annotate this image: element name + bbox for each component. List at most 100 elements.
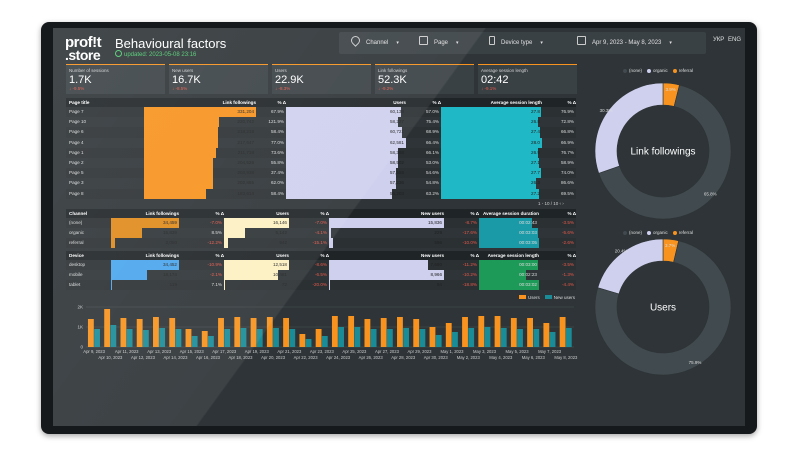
chevron-down-icon: ▾ <box>540 40 543 46</box>
brand-logo[interactable]: prof!t .store <box>65 35 102 62</box>
device-filter-label: Device type <box>501 40 533 46</box>
table-cell: 183,614 <box>237 190 254 196</box>
column-header[interactable]: % Δ <box>539 251 577 260</box>
column-header[interactable]: % Δ <box>444 251 480 260</box>
table-row[interactable]: (none) 34,459 -7.0% 16,146 -7.0% 15,836 -8.7% 0… <box>66 218 576 228</box>
column-header[interactable]: Average session duration <box>479 209 539 218</box>
users-bar <box>462 317 468 347</box>
table-cell: 86.6% <box>560 180 574 186</box>
column-header[interactable]: Average session length <box>479 251 539 260</box>
column-header[interactable]: % Δ <box>289 209 330 218</box>
kpi-label: Average session length <box>481 68 528 73</box>
table-cell: Page 4 <box>69 139 84 145</box>
table-row[interactable]: Page 5 203,938 37.4% 57,558 54.6% 27.7 74.0% <box>66 168 576 179</box>
table-cell: 00:02:23 <box>519 272 537 277</box>
column-header[interactable]: Channel <box>69 209 111 218</box>
new-users-bar <box>321 336 328 347</box>
table-row[interactable]: tablet 119 7.1% 72 -20.0% 64 -18.8% 00:03:02 -4.… <box>66 280 576 290</box>
users-bar <box>120 318 127 347</box>
column-header[interactable]: % Δ <box>289 251 330 260</box>
new-users-bar <box>370 329 377 347</box>
table-row[interactable]: Page 1 211,718 73.6% 58,368 66.1% 26.9 76.7% <box>66 147 576 158</box>
users-bar <box>218 318 224 347</box>
kpi-card: Number of sessions 1.7K ↓ -9.5% <box>66 64 165 94</box>
x-tick-label: Apr 15, 2023 <box>180 349 205 354</box>
new-users-bar <box>110 325 117 347</box>
table-row[interactable]: Page 8 183,614 58.4% 55,203 63.2% 27.2 69.5% <box>66 188 576 199</box>
users-bar <box>315 329 322 347</box>
y-tick-label: 2K <box>77 305 83 310</box>
column-header[interactable]: Users <box>286 98 406 107</box>
new-users-bar <box>549 332 556 347</box>
table-row[interactable]: organic 15,839 8.5% 5,142 -4.1% 229 -17.6% 00:0… <box>66 228 576 238</box>
column-header[interactable]: Link followings <box>111 209 179 218</box>
users-bar <box>494 316 501 347</box>
table-cell: -8.6% <box>314 262 327 267</box>
column-header[interactable]: % Δ <box>179 251 225 260</box>
table-cell: desktop <box>69 262 86 267</box>
column-header[interactable]: % Δ <box>542 98 577 107</box>
users-bar <box>478 316 485 347</box>
column-header[interactable]: Device <box>69 251 111 260</box>
column-header[interactable]: % Δ <box>179 209 225 218</box>
new-users-bar <box>289 329 296 347</box>
kpi-value: 16.7K <box>172 74 201 86</box>
table-cell: (none) <box>69 220 83 225</box>
device-filter[interactable]: Device type ▾ <box>489 32 543 54</box>
link-followings-donut: 3.9% 65.8% 30.3% Link followings <box>594 82 732 220</box>
column-header[interactable]: Users <box>224 209 289 218</box>
column-header[interactable]: Average session length <box>441 98 542 107</box>
column-header[interactable]: Link followings <box>144 98 256 107</box>
table-row[interactable]: Page 4 217,647 77.0% 62,581 66.4% 28.0 66.9% <box>66 137 576 148</box>
donut-slice <box>594 82 664 174</box>
table-cell: -4.4% <box>561 282 574 287</box>
table-row[interactable]: Page 10 220,742 121.9% 58,227 75.4% 26.8 72.8% <box>66 117 576 128</box>
table-cell: Page 7 <box>69 109 84 114</box>
date-range-picker[interactable]: Apr 9, 2023 - May 8, 2023 ▾ <box>577 32 672 54</box>
donut-title: Link followings <box>630 147 695 158</box>
column-header[interactable]: % Δ <box>406 98 442 107</box>
lang-eng[interactable]: ENG <box>728 37 741 43</box>
table-row[interactable]: Page 6 218,218 58.4% 60,721 68.9% 27.4 66.8% <box>66 127 576 138</box>
table-cell: -1.3% <box>561 272 574 277</box>
new-users-bar <box>533 329 540 347</box>
new-users-bar <box>484 327 491 347</box>
column-header[interactable]: Users <box>224 251 289 260</box>
table-row[interactable]: desktop 34,452 -10.9% 12,518 -8.6% 7,690 -11.2… <box>66 260 576 270</box>
table-cell: 8,966 <box>430 272 443 277</box>
page-filter[interactable]: Page ▾ <box>419 32 459 54</box>
new-users-bar <box>126 329 133 347</box>
column-header[interactable]: New users <box>329 251 444 260</box>
next-page-icon[interactable]: › <box>562 201 564 206</box>
table-cell: Page 6 <box>69 129 84 135</box>
users-bar <box>364 319 371 347</box>
table-cell: 58.4% <box>270 129 284 135</box>
table-cell: -8.7% <box>464 220 477 225</box>
column-header[interactable]: Link followings <box>111 251 179 260</box>
prev-page-icon[interactable]: ‹ <box>560 201 562 206</box>
table-cell: 63.2% <box>425 190 439 196</box>
column-header[interactable]: Page title <box>69 98 144 107</box>
table-cell: 15,836 <box>427 220 442 225</box>
column-header[interactable]: % Δ <box>444 209 480 218</box>
table-row[interactable]: Page 3 202,865 62.0% 57,236 54.8% 26.3 86.6% <box>66 178 576 189</box>
table-row[interactable]: Page 7 331,204 67.9% 60,138 57.0% 27.8 76.9% <box>66 107 576 118</box>
channel-filter[interactable]: Channel ▾ <box>349 32 399 54</box>
column-header[interactable]: New users <box>329 209 444 218</box>
new-users-bar <box>208 336 214 347</box>
table-cell: 66.9% <box>560 139 574 145</box>
x-tick-label: Apr 29, 2023 <box>407 349 432 354</box>
table-cell: 595 <box>434 240 442 245</box>
table-cell: organic <box>69 230 85 235</box>
table-row[interactable]: mobile 18,174 -2.1% 10,481 -6.5% 8,966 -10.2% 0… <box>66 270 576 280</box>
table-row[interactable]: Page 2 204,526 55.8% 58,502 53.0% 27.1 58.9% <box>66 158 576 169</box>
table-cell: 26.8 <box>531 119 540 125</box>
table-cell: 58,227 <box>389 119 404 125</box>
legend-swatch <box>519 295 526 299</box>
slice-value-label: 3.7% <box>665 243 675 248</box>
table-cell: 00:03:00 <box>519 262 537 267</box>
column-header[interactable]: % Δ <box>256 98 287 107</box>
lang-ukr[interactable]: УКР <box>713 37 724 43</box>
table-row[interactable]: referral 2,050 -12.2% 942 -15.1% 595 -10.0% 00:… <box>66 238 576 248</box>
column-header[interactable]: % Δ <box>539 209 577 218</box>
